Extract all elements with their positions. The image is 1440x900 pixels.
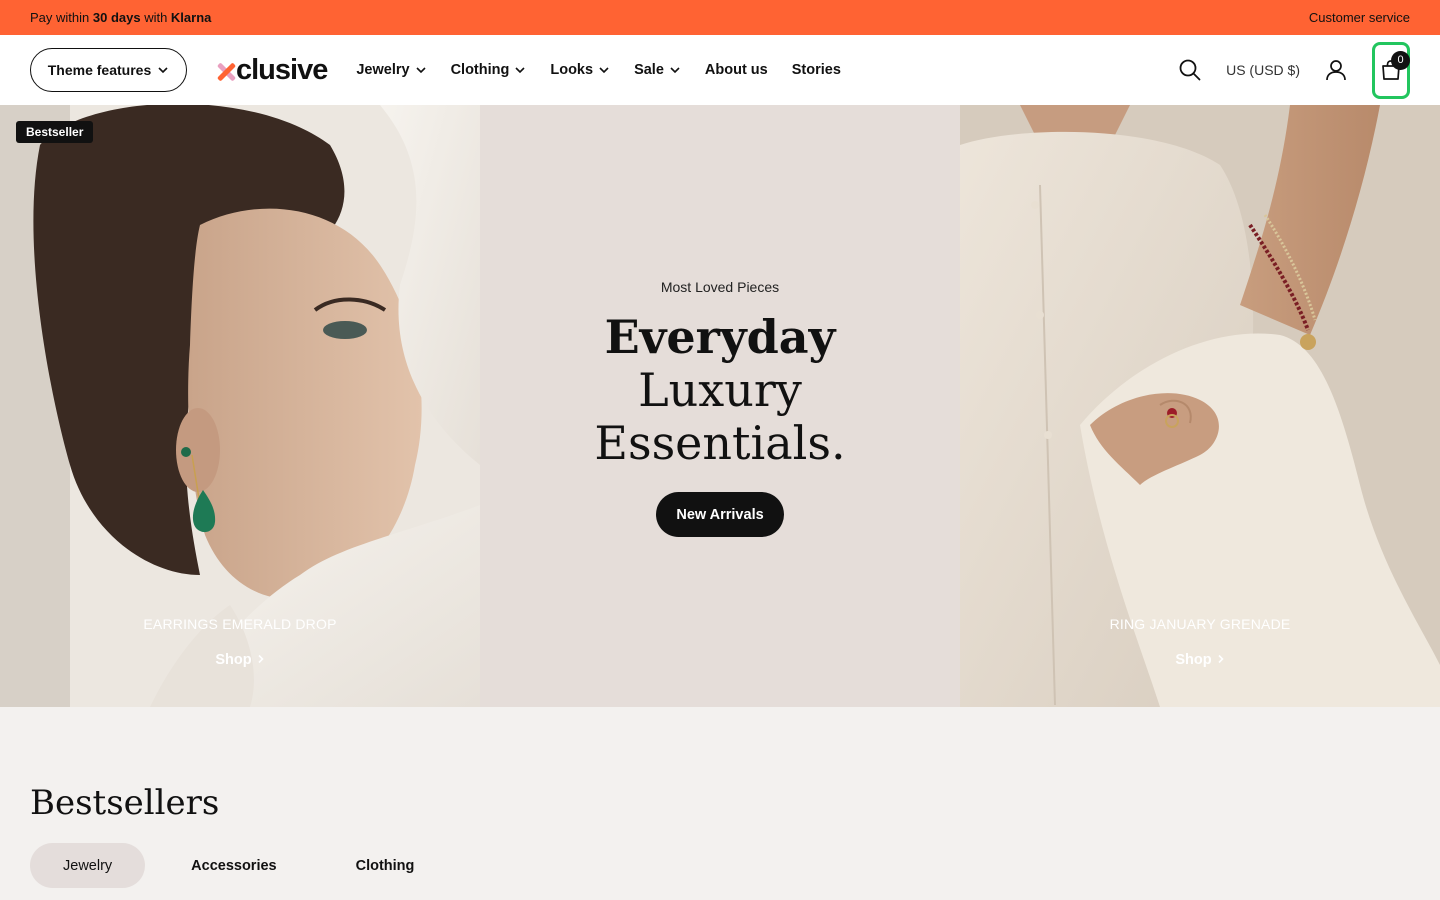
- bestsellers-title: Bestsellers: [30, 783, 220, 823]
- shop-link-label: Shop: [215, 652, 252, 668]
- nav-label: About us: [704, 62, 768, 78]
- chevron-right-icon: [1218, 654, 1224, 664]
- chevron-down-icon: [415, 67, 426, 74]
- hero-section: Bestseller EARRINGS EMERALD DROP Shop Mo…: [0, 105, 1440, 707]
- chevron-down-icon: [670, 67, 680, 74]
- nav-label: Sale: [634, 62, 664, 78]
- customer-service-link[interactable]: Customer service: [1309, 10, 1410, 25]
- chevron-down-icon: [599, 67, 609, 74]
- nav-item-stories[interactable]: Stories: [792, 62, 841, 78]
- site-logo[interactable]: clusive: [216, 50, 328, 90]
- klarna-days: 30 days: [92, 10, 141, 25]
- bestsellers-tabs: Jewelry Accessories Clothing: [30, 843, 460, 888]
- cart-button[interactable]: 0: [1372, 41, 1410, 99]
- theme-features-button[interactable]: Theme features: [30, 48, 187, 92]
- shop-earrings-link[interactable]: Shop: [0, 652, 480, 668]
- main-nav: Jewelry Clothing Looks Sale About us Sto…: [356, 62, 841, 78]
- header-actions: US (USD $) 0: [1178, 41, 1410, 99]
- klarna-brand: Klarna: [170, 10, 212, 25]
- klarna-message: Pay within 30 days with Klarna: [30, 10, 211, 25]
- chevron-down-icon: [158, 67, 168, 74]
- klarna-prefix: Pay within: [30, 10, 93, 25]
- hero-eyebrow: Most Loved Pieces: [660, 279, 780, 295]
- currency-selector[interactable]: US (USD $): [1226, 62, 1300, 78]
- nav-item-looks[interactable]: Looks: [550, 62, 610, 78]
- hero-panel-earrings[interactable]: Bestseller EARRINGS EMERALD DROP Shop: [0, 105, 480, 707]
- tab-clothing[interactable]: Clothing: [323, 843, 448, 888]
- hero-panel-text: Most Loved Pieces Everyday Luxury Essent…: [480, 105, 960, 707]
- cart-count-badge: 0: [1391, 50, 1410, 70]
- hero-product-name: EARRINGS EMERALD DROP: [143, 616, 337, 632]
- hero-product-name: RING JANUARY GRENADE: [1109, 616, 1291, 632]
- nav-item-jewelry[interactable]: Jewelry: [356, 62, 426, 78]
- site-header: Theme features clusive Jewelry Clothing …: [0, 35, 1440, 105]
- nav-item-sale[interactable]: Sale: [634, 62, 681, 78]
- nav-item-about-us[interactable]: About us: [705, 62, 768, 78]
- theme-features-label: Theme features: [47, 62, 152, 78]
- chevron-right-icon: [258, 654, 264, 664]
- shop-ring-link[interactable]: Shop: [960, 652, 1440, 668]
- new-arrivals-button[interactable]: New Arrivals: [656, 492, 784, 537]
- logo-x-mark: [216, 62, 237, 82]
- nav-label: Looks: [550, 62, 594, 78]
- chevron-down-icon: [515, 67, 525, 74]
- headline-line-1: Everyday: [604, 310, 836, 364]
- user-icon[interactable]: [1324, 58, 1348, 82]
- hero-panel-ring[interactable]: RING JANUARY GRENADE Shop: [960, 105, 1440, 707]
- search-icon[interactable]: [1178, 58, 1202, 82]
- shop-link-label: Shop: [1175, 652, 1212, 668]
- klarna-with: with: [140, 10, 171, 25]
- nav-label: Stories: [791, 62, 841, 78]
- headline-line-3: Essentials.: [594, 416, 846, 470]
- logo-text: clusive: [236, 53, 328, 86]
- hero-headline: Everyday Luxury Essentials.: [594, 311, 845, 470]
- nav-label: Clothing: [450, 62, 510, 78]
- nav-item-clothing[interactable]: Clothing: [451, 62, 527, 78]
- bestseller-badge: Bestseller: [16, 121, 94, 143]
- nav-label: Jewelry: [356, 62, 410, 78]
- announcement-bar: Pay within 30 days with Klarna Customer …: [0, 0, 1440, 35]
- tab-accessories[interactable]: Accessories: [158, 843, 309, 888]
- headline-line-2: Luxury: [638, 363, 802, 417]
- tab-jewelry[interactable]: Jewelry: [30, 843, 146, 888]
